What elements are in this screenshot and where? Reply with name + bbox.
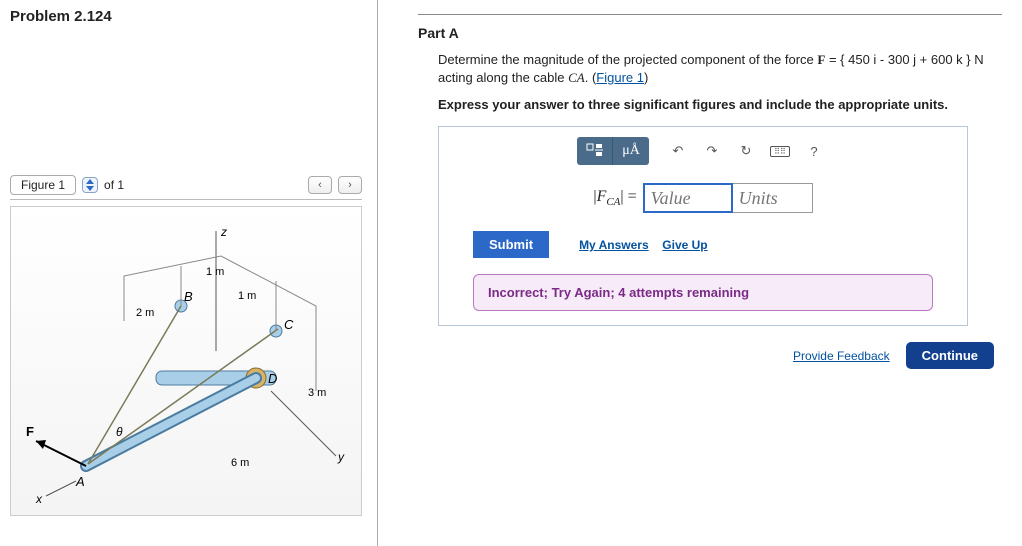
figure-page-of: of 1 — [104, 178, 124, 192]
undo-button[interactable]: ↶ — [663, 137, 693, 165]
submit-button[interactable]: Submit — [473, 231, 549, 258]
part-separator — [418, 14, 1002, 15]
figure-tab-bar: Figure 1 of 1 ‹ › — [10, 175, 362, 200]
figure-link[interactable]: Figure 1 — [596, 70, 644, 85]
keyboard-button[interactable]: ⠿⠿ — [765, 137, 795, 165]
dim-1m-a: 1 m — [206, 266, 224, 278]
continue-button[interactable]: Continue — [906, 342, 994, 369]
reset-button[interactable]: ↻ — [731, 137, 761, 165]
axis-y-label: y — [337, 450, 345, 464]
part-description: Determine the magnitude of the projected… — [438, 51, 1002, 87]
stepper-arrows-icon — [86, 179, 94, 191]
dim-3m: 3 m — [308, 387, 326, 399]
label-C: C — [284, 317, 294, 332]
dim-6m: 6 m — [231, 457, 249, 469]
dim-1m-b: 1 m — [238, 290, 256, 302]
answer-toolbar: μÅ ↶ ↷ ↻ ⠿⠿ ? — [439, 127, 967, 173]
feedback-message: Incorrect; Try Again; 4 attempts remaini… — [473, 274, 933, 311]
my-answers-link[interactable]: My Answers — [579, 238, 649, 252]
part-title: Part A — [418, 25, 1002, 41]
figure-image: z x y — [10, 206, 362, 516]
dim-2m: 2 m — [136, 307, 154, 319]
redo-button[interactable]: ↷ — [697, 137, 727, 165]
answer-lhs: |FCA| = — [593, 188, 636, 208]
give-up-link[interactable]: Give Up — [662, 238, 707, 252]
label-D: D — [268, 371, 277, 386]
problem-title: Problem 2.124 — [10, 8, 367, 25]
answer-panel: μÅ ↶ ↷ ↻ ⠿⠿ ? |FCA| = — [438, 126, 968, 326]
axis-z-label: z — [220, 225, 227, 239]
provide-feedback-link[interactable]: Provide Feedback — [793, 349, 890, 363]
figure-next-button[interactable]: › — [338, 176, 362, 194]
label-F: F — [26, 424, 34, 439]
units-tool-button[interactable]: μÅ — [613, 137, 649, 165]
value-input[interactable] — [643, 183, 733, 213]
answer-instruction: Express your answer to three significant… — [438, 97, 1002, 112]
figure-prev-button[interactable]: ‹ — [308, 176, 332, 194]
fraction-icon — [586, 143, 604, 159]
help-button[interactable]: ? — [799, 137, 829, 165]
label-B: B — [184, 289, 193, 304]
figure-page-stepper[interactable] — [82, 177, 98, 193]
cable-name: CA — [568, 70, 585, 85]
label-theta: θ — [116, 425, 123, 439]
figure-tab[interactable]: Figure 1 — [10, 175, 76, 195]
keyboard-icon: ⠿⠿ — [770, 146, 790, 157]
units-input[interactable] — [733, 183, 813, 213]
label-A: A — [75, 474, 85, 489]
template-tool-button[interactable] — [577, 137, 613, 165]
axis-x-label: x — [35, 492, 43, 506]
